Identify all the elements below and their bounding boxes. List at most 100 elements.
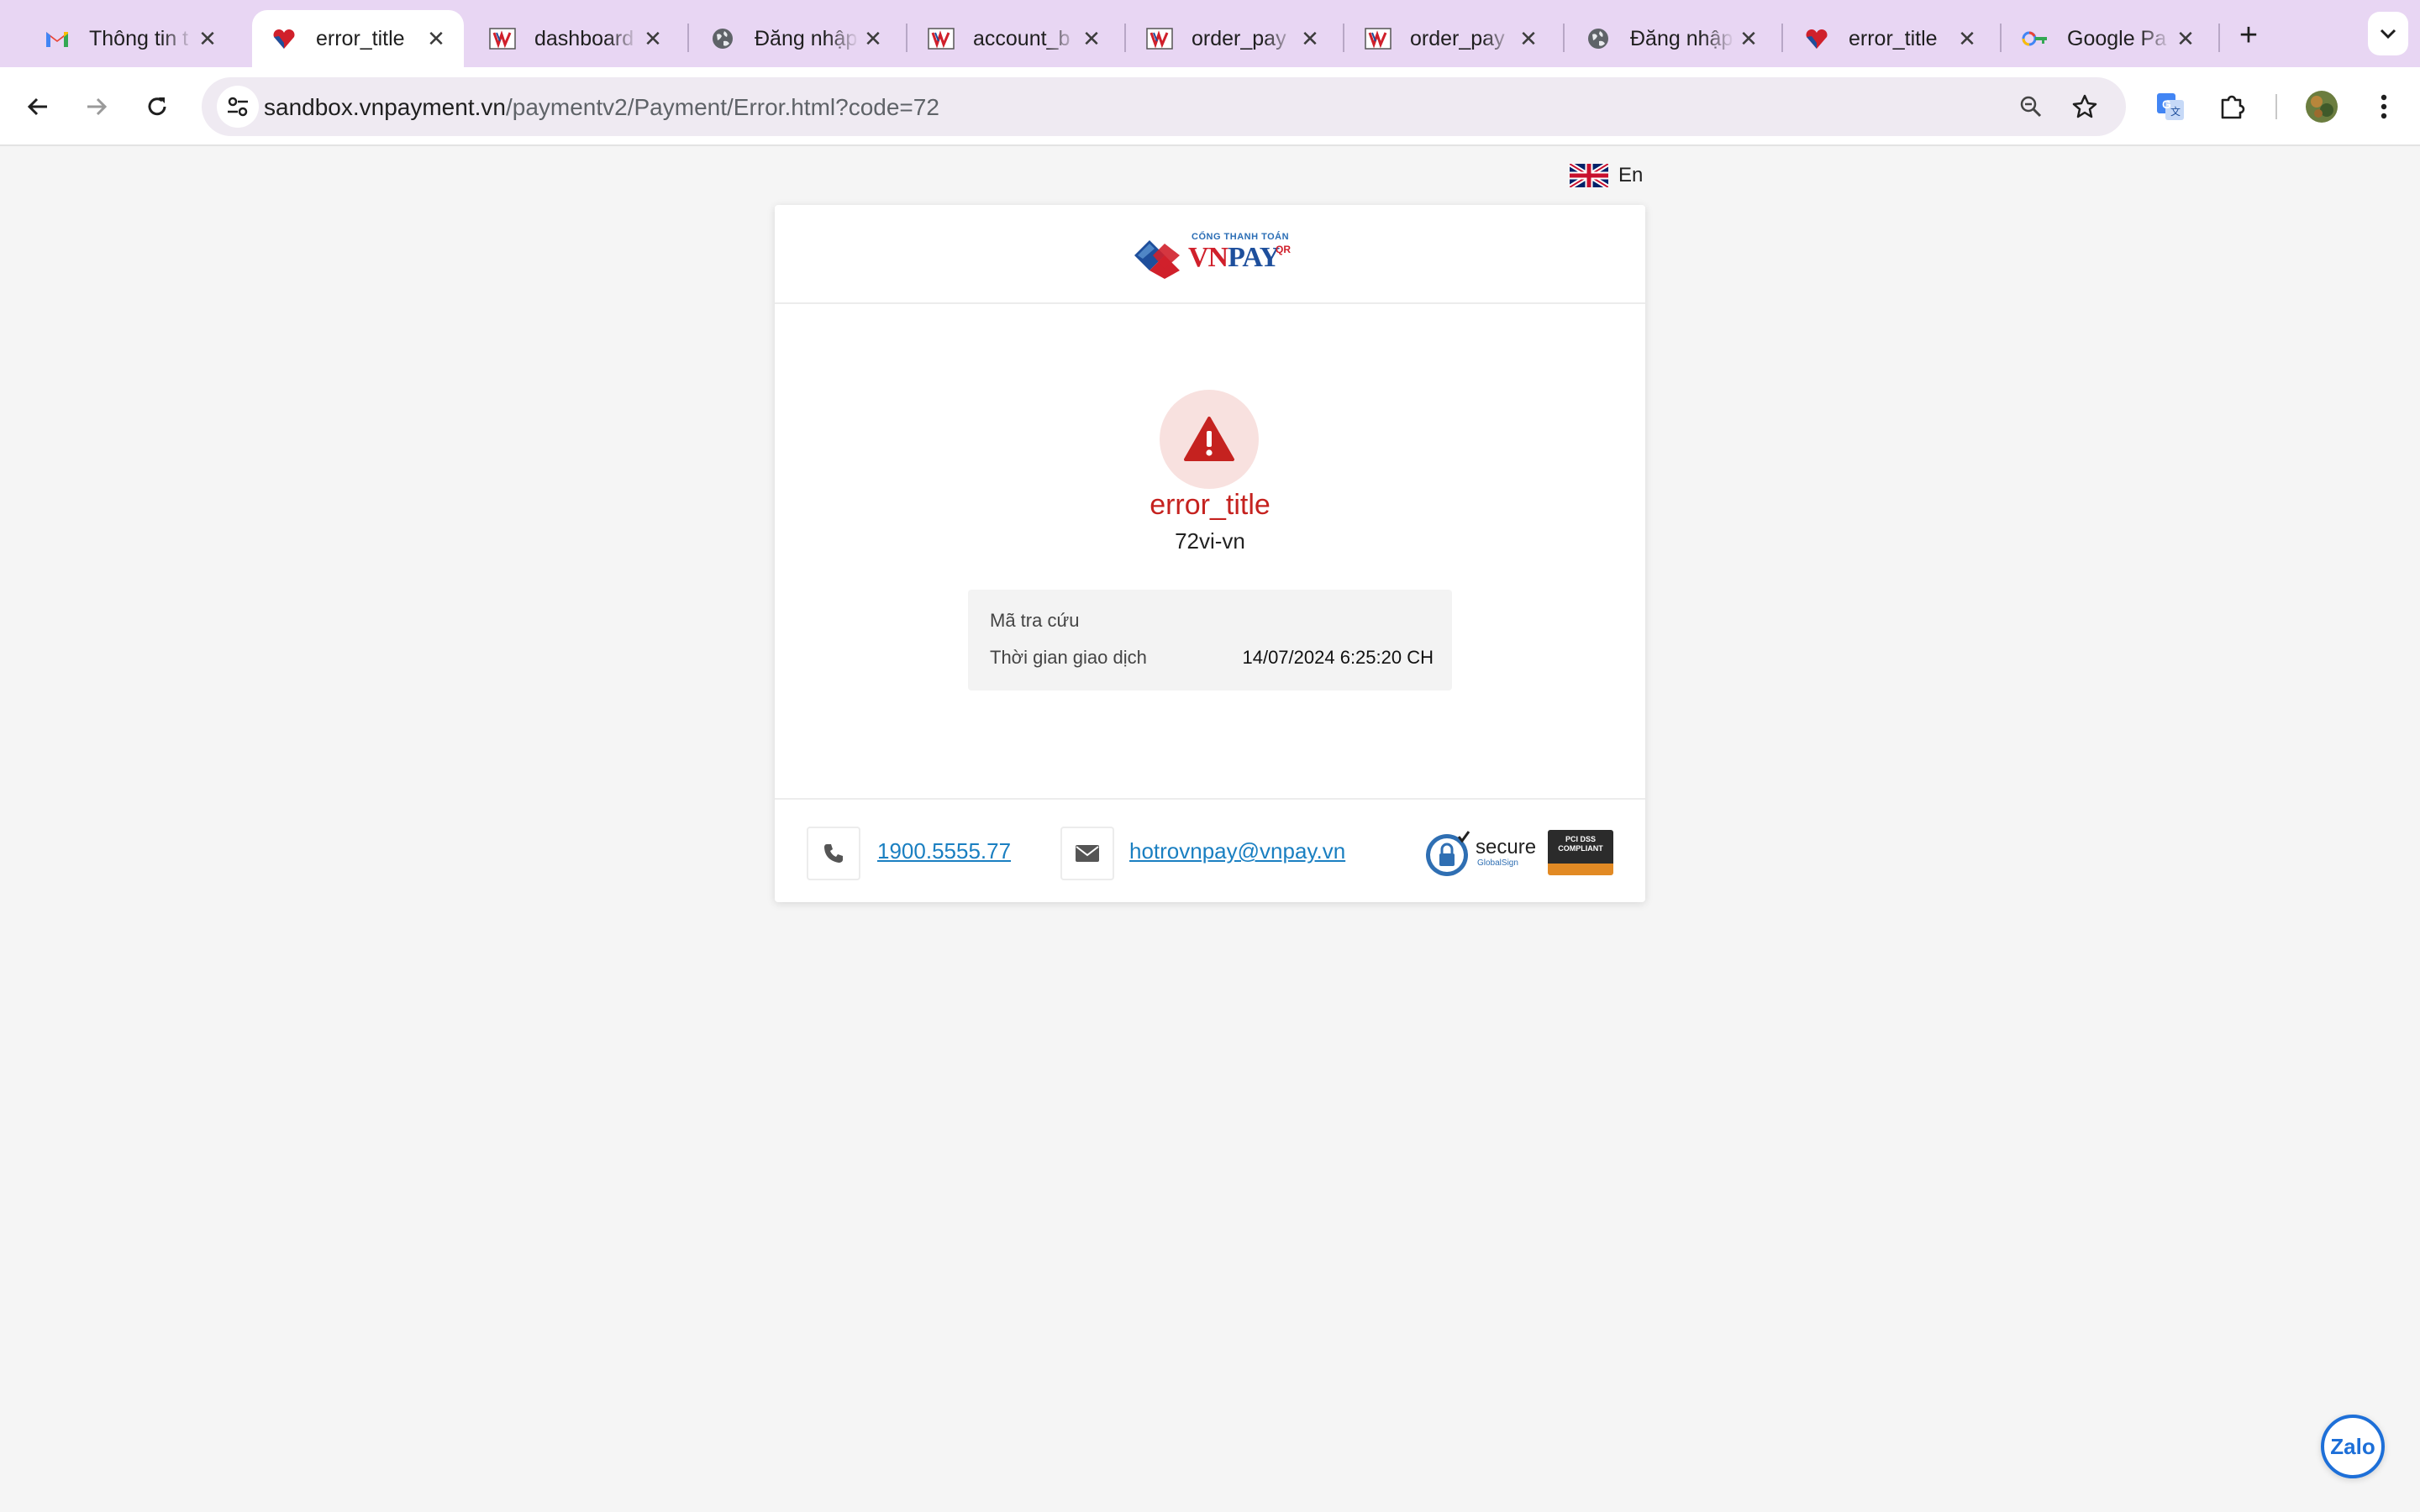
close-tab-icon[interactable]: ✕ bbox=[639, 24, 667, 53]
tab-strip: Thông tin t ✕ error_title ✕ dashboard ✕ … bbox=[0, 0, 2420, 67]
vnpay-logo: CỔNG THANH TOÁN VNPAY QR bbox=[1131, 227, 1296, 281]
tab-error-title-2[interactable]: error_title ✕ bbox=[1785, 10, 1995, 67]
tab-divider bbox=[906, 24, 908, 52]
phone-icon bbox=[807, 827, 860, 880]
reload-icon bbox=[148, 97, 166, 116]
forward-button[interactable] bbox=[76, 86, 118, 128]
globalsign-secure-badge: secure GlobalSign bbox=[1425, 828, 1543, 879]
tab-title: account_b bbox=[973, 26, 1071, 50]
vnpay-logo-icon bbox=[1146, 25, 1173, 52]
logo-qr: QR bbox=[1276, 244, 1291, 255]
reload-button[interactable] bbox=[136, 86, 178, 128]
profile-avatar[interactable] bbox=[2301, 86, 2343, 128]
logo-vn: VN bbox=[1188, 242, 1228, 273]
card-header: CỔNG THANH TOÁN VNPAY QR bbox=[775, 205, 1645, 304]
close-tab-icon[interactable]: ✕ bbox=[1514, 24, 1543, 53]
card-footer: 1900.5555.77 hotrovnpay@vnpay.vn secure … bbox=[775, 798, 1645, 902]
tab-login-2[interactable]: Đăng nhập ✕ bbox=[1566, 10, 1776, 67]
error-code: 72vi-vn bbox=[1175, 528, 1245, 554]
payment-error-card: CỔNG THANH TOÁN VNPAY QR error_title 72v… bbox=[775, 205, 1645, 902]
tab-account[interactable]: account_b ✕ bbox=[909, 10, 1119, 67]
transaction-info-box: Mã tra cứu Thời gian giao dịch 14/07/202… bbox=[968, 590, 1452, 690]
logo-wordmark: VNPAY bbox=[1188, 242, 1280, 274]
error-title: error_title bbox=[1150, 489, 1270, 521]
tab-error-title-active[interactable]: error_title ✕ bbox=[252, 10, 464, 67]
svg-text:文: 文 bbox=[2170, 105, 2181, 118]
tab-gmail[interactable]: Thông tin t ✕ bbox=[25, 10, 235, 67]
google-icon bbox=[2022, 25, 2049, 52]
transaction-time-row: Thời gian giao dịch 14/07/2024 6:25:20 C… bbox=[990, 643, 1434, 672]
close-tab-icon[interactable]: ✕ bbox=[422, 24, 450, 53]
vnpay-icon bbox=[271, 25, 297, 52]
zoom-icon[interactable] bbox=[2012, 87, 2050, 126]
vnpay-logo-icon bbox=[928, 25, 955, 52]
logo-tagline: CỔNG THANH TOÁN bbox=[1192, 232, 1290, 242]
uk-flag-icon bbox=[1570, 164, 1608, 187]
logo-pay: PAY bbox=[1228, 242, 1280, 273]
language-label: En bbox=[1618, 164, 1644, 186]
svg-text:GlobalSign: GlobalSign bbox=[1477, 858, 1518, 868]
tab-title: order_pay bbox=[1192, 26, 1286, 50]
bookmark-star-icon[interactable] bbox=[2065, 87, 2104, 126]
tab-divider bbox=[687, 24, 689, 52]
tab-title: Đăng nhập bbox=[1630, 26, 1733, 50]
extensions-puzzle-icon[interactable] bbox=[2212, 86, 2254, 128]
url-host: sandbox.vnpayment.vn bbox=[264, 94, 506, 120]
chevron-down-icon bbox=[2380, 29, 2396, 39]
language-switcher[interactable]: En bbox=[1570, 163, 1643, 188]
close-tab-icon[interactable]: ✕ bbox=[859, 24, 887, 53]
tab-title: Google Pa bbox=[2067, 26, 2167, 50]
pci-dss-label: PCI DSS COMPLIANT bbox=[1558, 835, 1603, 853]
url-text[interactable]: sandbox.vnpayment.vn/paymentv2/Payment/E… bbox=[264, 94, 939, 121]
warning-triangle-icon bbox=[1184, 417, 1234, 461]
close-tab-icon[interactable]: ✕ bbox=[1296, 24, 1324, 53]
tab-title: order_pay bbox=[1410, 26, 1505, 50]
pci-dss-badge: PCI DSS COMPLIANT bbox=[1548, 830, 1613, 875]
tab-title: Đăng nhập bbox=[755, 26, 858, 50]
back-button[interactable] bbox=[17, 86, 59, 128]
globe-icon bbox=[709, 25, 736, 52]
url-path: /paymentv2/Payment/Error.html?code=72 bbox=[505, 94, 939, 120]
vnpay-diamond-icon bbox=[1134, 240, 1180, 279]
lookup-code-row: Mã tra cứu bbox=[990, 606, 1434, 635]
vnpay-icon bbox=[1803, 25, 1830, 52]
vnpay-logo-icon bbox=[489, 25, 516, 52]
tab-title: error_title bbox=[316, 26, 405, 50]
site-info-icon[interactable] bbox=[217, 86, 259, 128]
toolbar-divider bbox=[2275, 94, 2277, 119]
arrow-left-icon bbox=[27, 97, 47, 116]
tab-title: error_title bbox=[1849, 26, 1938, 50]
arrow-right-icon bbox=[87, 97, 108, 116]
tab-login[interactable]: Đăng nhập ✕ bbox=[691, 10, 901, 67]
close-tab-icon[interactable]: ✕ bbox=[1077, 24, 1106, 53]
tab-dashboard[interactable]: dashboard ✕ bbox=[471, 10, 681, 67]
tab-divider bbox=[1781, 24, 1783, 52]
secure-lock-icon: secure GlobalSign bbox=[1426, 831, 1536, 876]
close-tab-icon[interactable]: ✕ bbox=[1734, 24, 1763, 53]
tab-order-pay-2[interactable]: order_pay ✕ bbox=[1346, 10, 1556, 67]
svg-text:secure: secure bbox=[1476, 836, 1536, 858]
tab-divider bbox=[1343, 24, 1344, 52]
menu-kebab-icon[interactable] bbox=[2363, 86, 2405, 128]
browser-toolbar: sandbox.vnpayment.vn/paymentv2/Payment/E… bbox=[0, 67, 2420, 146]
close-tab-icon[interactable]: ✕ bbox=[1953, 24, 1981, 53]
close-tab-icon[interactable]: ✕ bbox=[2171, 24, 2200, 53]
error-badge bbox=[1160, 390, 1259, 489]
close-tab-icon[interactable]: ✕ bbox=[193, 24, 222, 53]
tab-divider bbox=[2000, 24, 2002, 52]
email-link[interactable]: hotrovnpay@vnpay.vn bbox=[1129, 838, 1345, 864]
zalo-chat-button[interactable]: Zalo bbox=[2321, 1415, 2385, 1478]
new-tab-button[interactable]: + bbox=[2230, 17, 2267, 54]
address-bar[interactable]: sandbox.vnpayment.vn/paymentv2/Payment/E… bbox=[202, 77, 2126, 136]
transaction-time-value: 14/07/2024 6:25:20 CH bbox=[1242, 647, 1434, 668]
gmail-icon bbox=[44, 25, 71, 52]
tab-order-pay-1[interactable]: order_pay ✕ bbox=[1128, 10, 1338, 67]
tab-google-pay[interactable]: Google Pa ✕ bbox=[2003, 10, 2213, 67]
google-translate-icon[interactable]: G文 bbox=[2149, 86, 2191, 128]
transaction-time-label: Thời gian giao dịch bbox=[990, 647, 1147, 668]
phone-link[interactable]: 1900.5555.77 bbox=[877, 838, 1011, 864]
tab-title: Thông tin t bbox=[89, 26, 189, 50]
lookup-code-label: Mã tra cứu bbox=[990, 610, 1080, 631]
tab-search-button[interactable] bbox=[2368, 12, 2408, 55]
email-icon bbox=[1060, 827, 1114, 880]
